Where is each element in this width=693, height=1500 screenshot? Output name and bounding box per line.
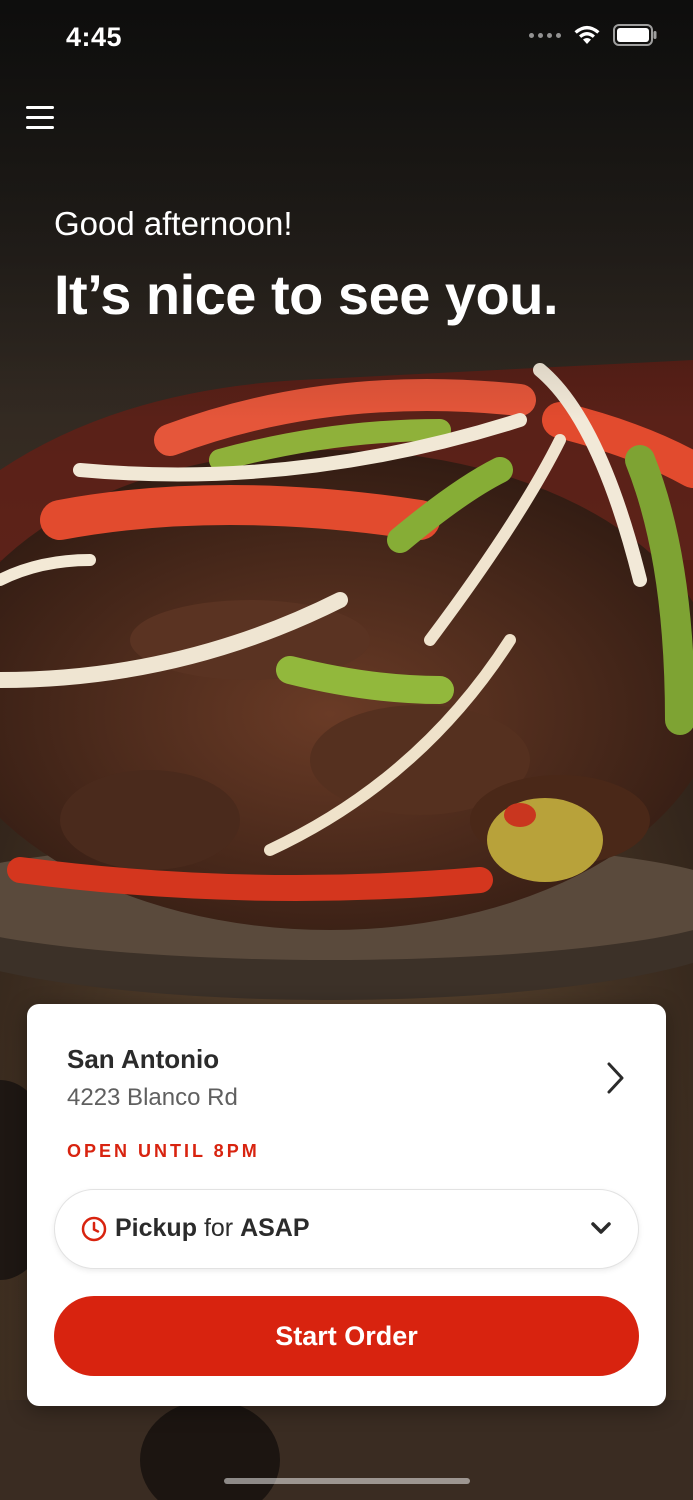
wifi-icon xyxy=(573,24,601,46)
chevron-down-icon xyxy=(590,1220,612,1241)
start-order-button[interactable]: Start Order xyxy=(54,1296,639,1376)
menu-icon[interactable] xyxy=(26,106,56,132)
order-mode-type: Pickup xyxy=(115,1214,197,1242)
home-indicator[interactable] xyxy=(224,1478,470,1484)
location-address[interactable]: 4223 Blanco Rd xyxy=(67,1084,238,1112)
order-mode-time: ASAP xyxy=(240,1214,310,1242)
signal-icon xyxy=(529,32,561,38)
order-mode-connector: for xyxy=(203,1214,234,1242)
battery-icon xyxy=(613,24,657,46)
greeting-text: Good afternoon! xyxy=(54,205,293,242)
hours-status: OPEN UNTIL 8PM xyxy=(67,1141,260,1161)
status-icons xyxy=(529,24,657,46)
order-mode-selector[interactable]: Pickup for ASAP xyxy=(54,1189,639,1269)
status-bar: 4:45 xyxy=(0,0,693,80)
order-mode-label: Pickup for ASAP xyxy=(115,1214,310,1243)
location-card: San Antonio 4223 Blanco Rd OPEN UNTIL 8P… xyxy=(27,1004,666,1406)
clock-icon xyxy=(81,1216,107,1247)
page-title: It’s nice to see you. xyxy=(54,263,559,326)
chevron-right-icon[interactable] xyxy=(604,1060,628,1096)
status-time: 4:45 xyxy=(66,22,123,52)
app-screen: 4:45 Good afternoon! It’s nice to see yo… xyxy=(0,0,693,1500)
location-name[interactable]: San Antonio xyxy=(67,1044,219,1075)
